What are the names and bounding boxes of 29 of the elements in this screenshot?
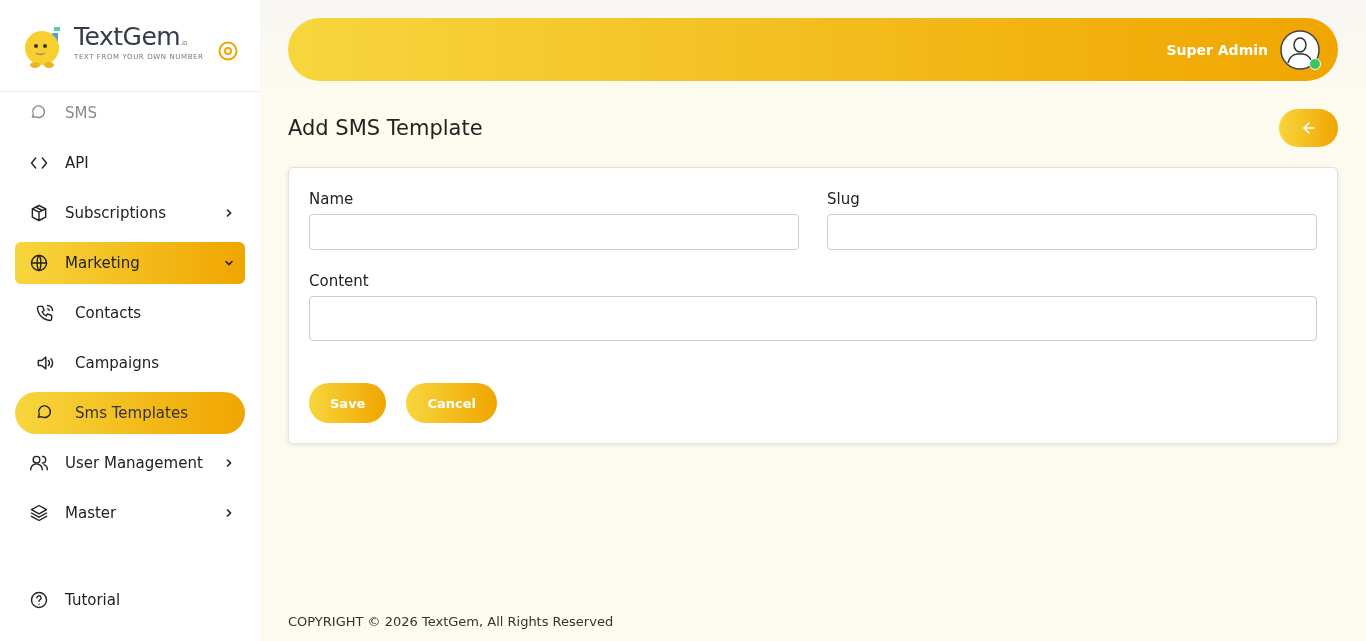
sidebar-item[interactable]: Subscriptions — [15, 192, 245, 234]
copyright-text: COPYRIGHT © 2026 TextGem, All Rights Reserved — [288, 614, 615, 629]
sidebar-item[interactable]: Tutorial — [15, 579, 245, 621]
layers-icon — [29, 503, 49, 523]
back-button[interactable] — [1279, 109, 1338, 147]
sidebar-item[interactable]: User Management — [15, 442, 245, 484]
sidebar-item[interactable]: SMS — [15, 92, 245, 134]
phone-icon — [35, 303, 55, 323]
page-title: Add SMS Template — [288, 116, 483, 140]
sidebar-item[interactable]: API — [15, 142, 245, 184]
avatar-icon[interactable] — [1280, 29, 1320, 70]
arrow-left-icon — [1301, 121, 1316, 135]
input-field[interactable] — [309, 296, 1317, 341]
sidebar-subitem[interactable]: Contacts — [15, 292, 245, 334]
target-icon[interactable] — [218, 40, 238, 61]
sidebar-item[interactable]: Master — [15, 492, 245, 534]
sidebar-subitem[interactable]: Sms Templates — [15, 392, 245, 434]
field-label: Slug — [827, 190, 861, 208]
field-label: Content — [309, 272, 370, 290]
globe-icon — [29, 253, 49, 273]
field-label: Name — [309, 190, 355, 208]
users-icon — [29, 453, 49, 473]
sidebar-item[interactable]: Marketing — [15, 242, 245, 284]
box-icon — [29, 203, 49, 223]
user-name: Super Admin — [1166, 41, 1268, 58]
help-icon — [29, 590, 49, 610]
input-field[interactable] — [309, 214, 799, 250]
sidebar-subitem[interactable]: Campaigns — [15, 342, 245, 384]
input-field[interactable] — [827, 214, 1317, 250]
